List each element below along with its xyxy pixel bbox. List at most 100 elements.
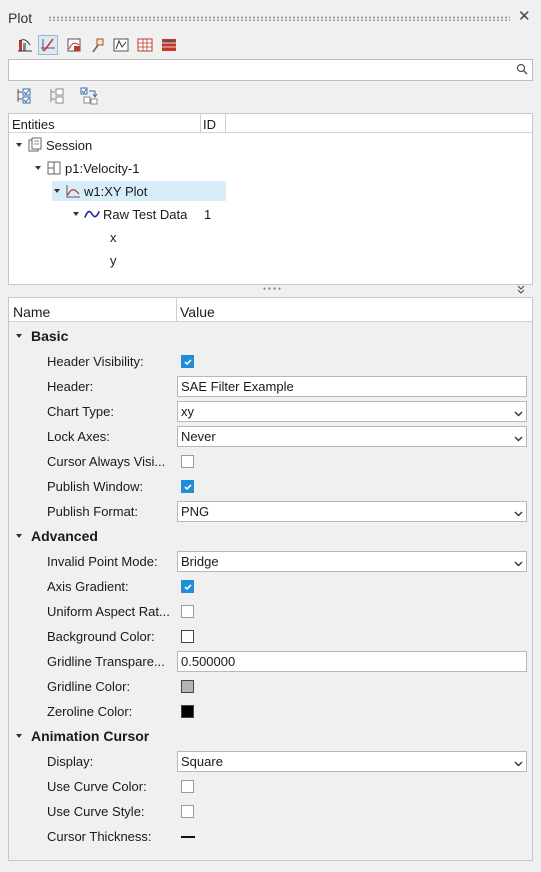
prop-display: Display: Square xyxy=(9,749,532,774)
prop-publish-format: Publish Format: PNG xyxy=(9,499,532,524)
tree-node-label: w1:XY Plot xyxy=(84,183,148,199)
prop-label: Lock Axes: xyxy=(47,429,110,444)
caret-down-icon[interactable] xyxy=(52,186,62,196)
prop-label: Header: xyxy=(47,379,94,394)
caret-down-icon[interactable] xyxy=(33,163,43,173)
column-id[interactable]: ID xyxy=(203,117,216,132)
invalid-point-mode-select[interactable]: Bridge xyxy=(177,551,527,572)
tree-node-x[interactable]: x xyxy=(110,227,117,247)
caret-down-icon[interactable] xyxy=(14,731,24,741)
collapse-all-icon[interactable] xyxy=(46,85,68,107)
red-table-icon[interactable] xyxy=(159,35,179,55)
prop-gridline-color: Gridline Color: xyxy=(9,674,532,699)
caret-down-icon[interactable] xyxy=(14,331,24,341)
prop-zeroline-color: Zeroline Color: xyxy=(9,699,532,724)
prop-label: Gridline Transpare... xyxy=(47,654,165,669)
prop-label: Cursor Thickness: xyxy=(47,829,152,844)
group-label: Basic xyxy=(31,328,69,344)
header-visibility-checkbox[interactable] xyxy=(181,355,194,368)
grid-page-icon[interactable] xyxy=(135,35,155,55)
search-input[interactable] xyxy=(9,60,499,80)
group-label: Animation Cursor xyxy=(31,728,150,744)
tree-node-label: p1:Velocity-1 xyxy=(65,160,140,176)
axis-plot-icon[interactable] xyxy=(38,35,58,55)
publish-window-checkbox[interactable] xyxy=(181,480,194,493)
tree-node-id: 1 xyxy=(204,207,212,222)
search-box xyxy=(8,59,533,81)
cursor-always-visible-checkbox[interactable] xyxy=(181,455,194,468)
use-curve-color-checkbox[interactable] xyxy=(181,780,194,793)
chart-type-select[interactable]: xy xyxy=(177,401,527,422)
entity-tree: Entities ID Session p1:Velocity-1 w1:XY … xyxy=(8,113,533,285)
search-icon[interactable] xyxy=(516,63,528,78)
chevron-down-icon xyxy=(514,406,523,421)
prop-gridline-transparency: Gridline Transpare... 0.500000 xyxy=(9,649,532,674)
zeroline-color-swatch[interactable] xyxy=(181,705,194,718)
use-curve-style-checkbox[interactable] xyxy=(181,805,194,818)
panel-titlebar: Plot ✕ xyxy=(0,0,541,34)
prop-header: Header: SAE Filter Example xyxy=(9,374,532,399)
tree-node-label: y xyxy=(110,252,117,268)
column-name[interactable]: Name xyxy=(13,304,50,320)
panel-splitter[interactable] xyxy=(262,286,282,291)
prop-label: Gridline Color: xyxy=(47,679,131,694)
column-value[interactable]: Value xyxy=(180,304,215,320)
prop-label: Cursor Always Visi... xyxy=(47,454,166,469)
prop-use-curve-color: Use Curve Color: xyxy=(9,774,532,799)
math-curve-icon[interactable] xyxy=(111,35,131,55)
tree-node-curve[interactable]: Raw Test Data xyxy=(71,204,187,224)
column-divider[interactable] xyxy=(200,114,201,133)
caret-down-icon[interactable] xyxy=(14,531,24,541)
curve-page-icon[interactable] xyxy=(64,35,84,55)
tree-node-xy-plot[interactable]: w1:XY Plot xyxy=(52,181,226,201)
prop-cursor-always-visible: Cursor Always Visi... xyxy=(9,449,532,474)
drag-grip[interactable] xyxy=(48,16,510,21)
caret-down-icon[interactable] xyxy=(71,209,81,219)
prop-lock-axes: Lock Axes: Never xyxy=(9,424,532,449)
header-input[interactable]: SAE Filter Example xyxy=(177,376,527,397)
column-entities[interactable]: Entities xyxy=(12,117,55,132)
caret-down-icon[interactable] xyxy=(14,140,24,150)
property-grid: Name Value Basic Header Visibility: Head… xyxy=(8,297,533,861)
select-value: Square xyxy=(181,754,223,769)
gridline-transparency-input[interactable]: 0.500000 xyxy=(177,651,527,672)
display-select[interactable]: Square xyxy=(177,751,527,772)
background-color-swatch[interactable] xyxy=(181,630,194,643)
gridline-color-swatch[interactable] xyxy=(181,680,194,693)
prop-uniform-aspect-ratio: Uniform Aspect Rat... xyxy=(9,599,532,624)
tree-node-session[interactable]: Session xyxy=(14,135,92,155)
prop-header-visibility: Header Visibility: xyxy=(9,349,532,374)
column-divider[interactable] xyxy=(225,114,226,133)
publish-format-select[interactable]: PNG xyxy=(177,501,527,522)
prop-label: Background Color: xyxy=(47,629,155,644)
panel-title: Plot xyxy=(8,10,33,26)
tree-node-y[interactable]: y xyxy=(110,250,117,270)
prop-background-color: Background Color: xyxy=(9,624,532,649)
curve-icon xyxy=(84,206,100,222)
uniform-aspect-ratio-checkbox[interactable] xyxy=(181,605,194,618)
prop-label: Use Curve Style: xyxy=(47,804,145,819)
prop-chart-type: Chart Type: xy xyxy=(9,399,532,424)
sync-selection-icon[interactable] xyxy=(78,85,100,107)
prop-invalid-point-mode: Invalid Point Mode: Bridge xyxy=(9,549,532,574)
lock-axes-select[interactable]: Never xyxy=(177,426,527,447)
prop-label: Uniform Aspect Rat... xyxy=(47,604,170,619)
group-basic[interactable]: Basic xyxy=(9,324,532,348)
column-divider[interactable] xyxy=(176,298,177,322)
close-icon[interactable]: ✕ xyxy=(518,9,531,24)
prop-label: Use Curve Color: xyxy=(47,779,147,794)
tree-node-label: x xyxy=(110,229,117,245)
group-advanced[interactable]: Advanced xyxy=(9,524,532,548)
group-animation-cursor[interactable]: Animation Cursor xyxy=(9,724,532,748)
cursor-thickness-line[interactable] xyxy=(181,836,195,838)
prop-publish-window: Publish Window: xyxy=(9,474,532,499)
tree-node-page[interactable]: p1:Velocity-1 xyxy=(33,158,139,178)
prop-label: Chart Type: xyxy=(47,404,114,419)
axis-gradient-checkbox[interactable] xyxy=(181,580,194,593)
plot-page-icon[interactable] xyxy=(15,35,35,55)
pin-icon[interactable] xyxy=(87,35,107,55)
expand-all-icon[interactable] xyxy=(13,85,35,107)
prop-cursor-thickness: Cursor Thickness: xyxy=(9,824,532,849)
tree-header: Entities ID xyxy=(9,114,532,133)
prop-label: Header Visibility: xyxy=(47,354,144,369)
